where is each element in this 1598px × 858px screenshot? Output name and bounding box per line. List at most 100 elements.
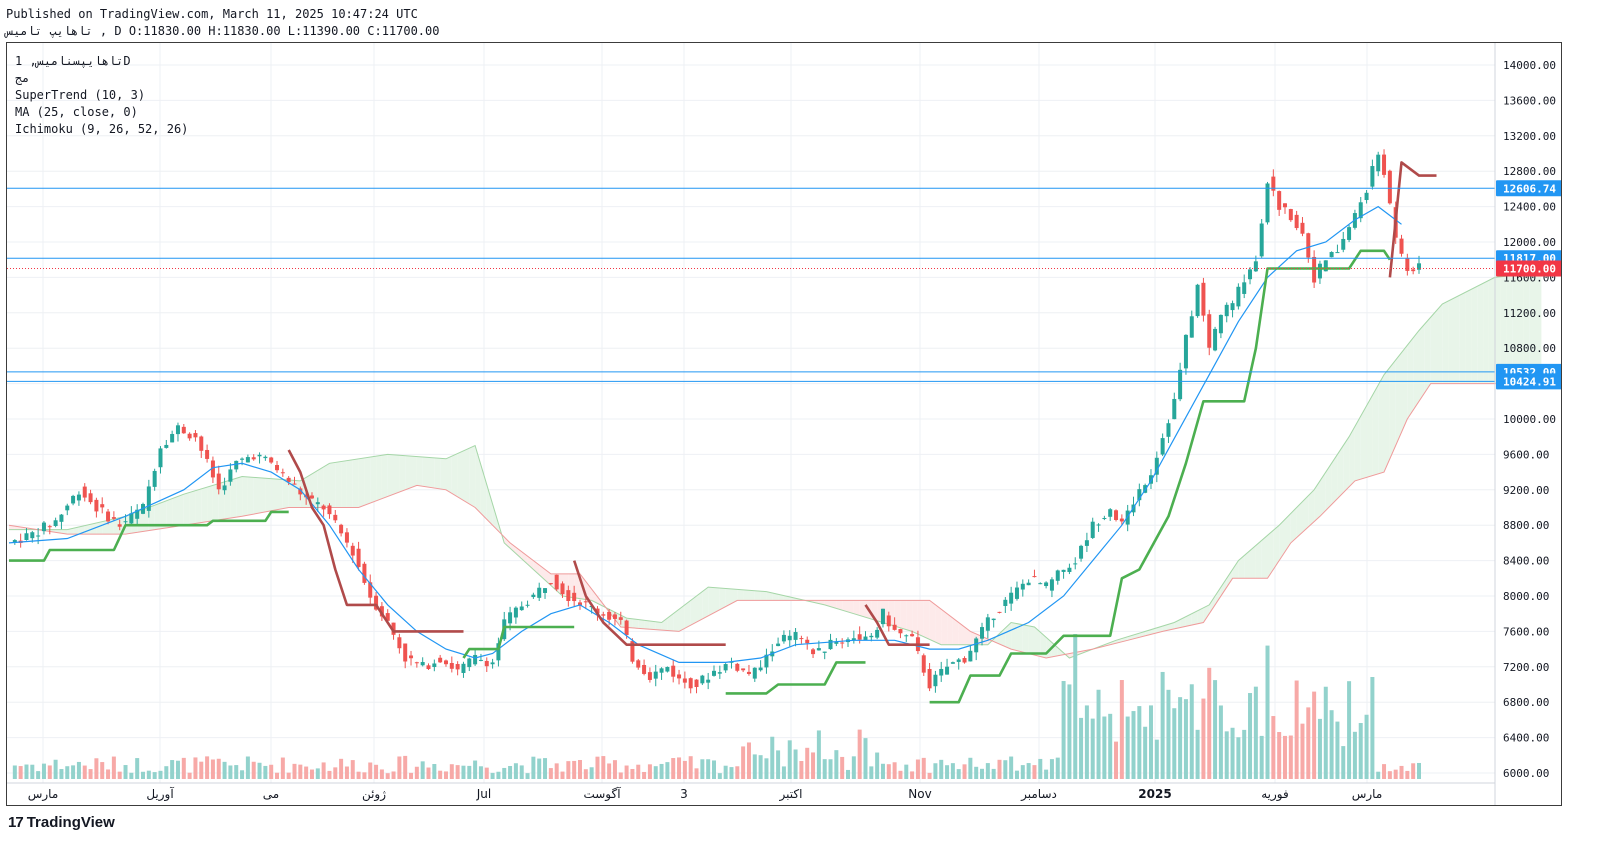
legend-supertrend[interactable]: SuperTrend (10, 3)	[15, 88, 145, 102]
volume-bar	[921, 757, 926, 779]
cloud-slice	[1209, 596, 1216, 614]
candle-body	[327, 505, 332, 515]
volume-bar	[461, 765, 466, 779]
price-tick-label: 13600.00	[1503, 94, 1556, 107]
candle-body	[1259, 223, 1264, 257]
volume-bar	[36, 771, 41, 779]
volume-bar	[671, 758, 676, 779]
candle-body	[1189, 316, 1194, 338]
cloud-slice	[96, 521, 103, 535]
cloud-slice	[1395, 352, 1402, 446]
cloud-slice	[463, 448, 470, 504]
volume-bars	[12, 634, 1421, 779]
volume-bar	[374, 764, 379, 779]
volume-bar	[706, 759, 711, 779]
chart-pane[interactable]: 14000.00 13600.00 13200.00 12800.00 12400.00…	[6, 42, 1562, 806]
volume-bar	[222, 761, 227, 779]
volume-bar	[904, 764, 909, 779]
volume-bar	[1079, 717, 1084, 779]
candle-body	[36, 535, 41, 537]
candle-body	[799, 638, 804, 640]
volume-bar	[583, 769, 588, 779]
cloud-slice	[655, 621, 662, 631]
cloud-slice	[282, 479, 289, 509]
volume-bar	[805, 747, 810, 779]
cloud-slice	[265, 478, 272, 512]
candle-body	[531, 594, 536, 598]
volume-bar	[531, 756, 536, 779]
cloud-slice	[929, 600, 936, 642]
candle-body	[414, 662, 419, 664]
cloud-slice	[102, 520, 108, 535]
cloud-slice	[346, 459, 353, 508]
time-tick-label: می	[263, 787, 279, 801]
volume-bar	[612, 760, 617, 779]
legend-ma[interactable]: MA (25, close, 0)	[15, 105, 138, 119]
candle-body	[601, 614, 606, 616]
volume-bar	[175, 760, 180, 779]
volume-bar	[438, 770, 443, 779]
cloud-slice	[1255, 540, 1262, 579]
volume-bar	[187, 772, 192, 779]
volume-bar	[1347, 681, 1352, 779]
volume-bar	[898, 770, 903, 779]
tradingview-logo-icon: 17	[8, 814, 24, 831]
volume-bar	[327, 770, 332, 779]
cloud-slice	[329, 462, 336, 508]
candle-body	[426, 665, 431, 670]
volume-bar	[1405, 770, 1410, 779]
candle-body	[560, 583, 565, 595]
footer-brand[interactable]: 17 TradingView	[8, 814, 115, 831]
volume-bar	[1399, 765, 1404, 779]
candle-body	[880, 608, 885, 625]
cloud-slice	[644, 620, 650, 630]
cloud-slice	[1314, 480, 1320, 522]
volume-bar	[601, 756, 606, 779]
cloud-slice	[166, 498, 173, 528]
ohlc-header: تاهایپ تامیس , D O:11830.00 H:11830.00 L…	[6, 24, 440, 38]
cloud-slice	[1232, 560, 1239, 579]
legend-symbol[interactable]: تاهایپسنامیس, 1D	[15, 54, 131, 68]
candle-body	[350, 545, 355, 556]
candle-body	[1096, 524, 1101, 526]
candle-body	[24, 533, 29, 541]
candle-body	[1172, 398, 1177, 420]
volume-bar	[1294, 680, 1299, 779]
cloud-slice	[457, 450, 464, 501]
volume-bar	[572, 760, 577, 779]
candle-body	[822, 651, 827, 653]
price-tick-label: 11200.00	[1503, 307, 1556, 320]
cloud-slice	[935, 604, 942, 645]
cloud-slice	[451, 453, 458, 497]
chart-svg[interactable]: 14000.00 13600.00 13200.00 12800.00 12400.00…	[7, 43, 1562, 806]
cloud-slice	[1448, 298, 1454, 384]
candle-body	[1067, 567, 1072, 572]
candle-body	[945, 666, 950, 675]
volume-bar	[420, 761, 425, 779]
cloud-slice	[440, 458, 446, 490]
candle-body	[88, 493, 93, 503]
cloud-slice	[859, 600, 866, 618]
volume-bar	[350, 760, 355, 779]
cloud-slice	[358, 457, 365, 508]
candle-body	[1201, 282, 1206, 316]
volume-bar	[659, 763, 664, 779]
volume-bar	[298, 764, 303, 779]
volume-bar	[455, 765, 460, 779]
legend-ichimoku[interactable]: Ichimoku (9, 26, 52, 26)	[15, 122, 188, 136]
cloud-slice	[894, 600, 901, 628]
cloud-slice	[428, 457, 435, 488]
volume-bar	[682, 760, 687, 779]
candle-body	[1020, 583, 1025, 590]
candle-body	[438, 657, 443, 663]
volume-bar	[1323, 686, 1328, 779]
volume-bar	[1067, 684, 1072, 779]
price-tick-label: 14000.00	[1503, 59, 1556, 72]
time-tick-label: 3	[680, 787, 688, 801]
candle-body	[921, 655, 926, 673]
cloud-slice	[1226, 569, 1233, 588]
volume-bar	[1108, 713, 1113, 779]
volume-bar	[892, 762, 897, 779]
candle-body	[875, 629, 880, 638]
volume-bar	[816, 730, 821, 779]
